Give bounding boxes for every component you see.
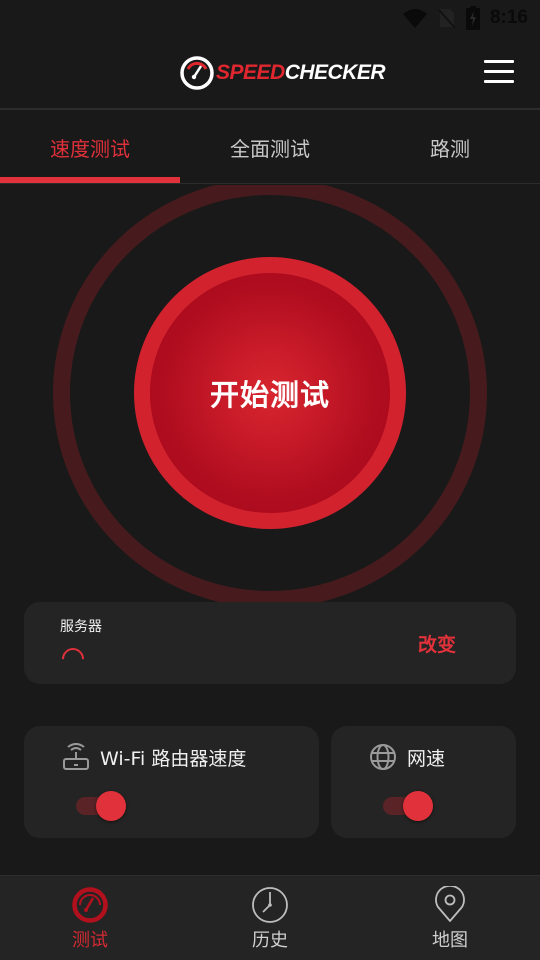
nav-item-history[interactable]: 历史	[180, 876, 360, 960]
server-card: 服务器 改变	[24, 602, 516, 684]
battery-charging-icon	[465, 6, 480, 30]
app-bar: SPEEDCHECKER	[0, 36, 540, 110]
wifi-signal-icon	[402, 9, 427, 28]
internet-speed-card: 网速	[331, 726, 516, 838]
wifi-router-speed-card: Wi-Fi 路由器速度	[24, 726, 319, 838]
app-logo: SPEEDCHECKER	[180, 56, 386, 90]
test-type-tabs: 速度测试 全面测试 路测	[0, 112, 540, 184]
start-test-label: 开始测试	[209, 378, 330, 412]
bottom-navigation: 测试 历史 地图	[0, 875, 540, 960]
internet-speed-toggle[interactable]	[383, 789, 435, 823]
main-content: 开始测试 服务器 改变 Wi-Fi 路由器速度 网速	[0, 185, 540, 875]
globe-icon	[370, 744, 396, 770]
loading-spinner-icon	[57, 643, 89, 675]
nav-label-history: 历史	[252, 930, 288, 951]
nav-item-map[interactable]: 地图	[360, 876, 540, 960]
nav-item-test[interactable]: 测试	[0, 876, 180, 960]
logo-checker-text: CHECKER	[284, 61, 386, 84]
tab-speed-test[interactable]: 速度测试	[0, 112, 180, 183]
tab-full-test[interactable]: 全面测试	[180, 112, 360, 183]
tab-drive-test[interactable]: 路测	[360, 112, 540, 183]
hamburger-menu-icon[interactable]	[484, 60, 514, 86]
change-server-button[interactable]: 改变	[418, 630, 456, 657]
no-sim-icon	[438, 9, 456, 29]
logo-speed-text: SPEED	[216, 61, 285, 84]
wifi-router-speed-label: Wi-Fi 路由器速度	[100, 747, 247, 770]
speedometer-logo-icon	[180, 56, 214, 90]
internet-speed-label: 网速	[407, 747, 446, 770]
wifi-router-speed-toggle[interactable]	[76, 789, 128, 823]
server-label: 服务器	[60, 619, 102, 635]
clock-icon	[252, 887, 288, 923]
map-pin-icon	[435, 886, 465, 922]
status-bar: 8:16	[0, 0, 540, 36]
nav-label-test: 测试	[72, 930, 108, 951]
start-test-button[interactable]: 开始测试	[134, 257, 406, 529]
speedometer-icon	[72, 887, 108, 923]
status-time: 8:16	[489, 7, 528, 28]
nav-label-map: 地图	[432, 930, 468, 951]
router-icon	[63, 743, 89, 770]
